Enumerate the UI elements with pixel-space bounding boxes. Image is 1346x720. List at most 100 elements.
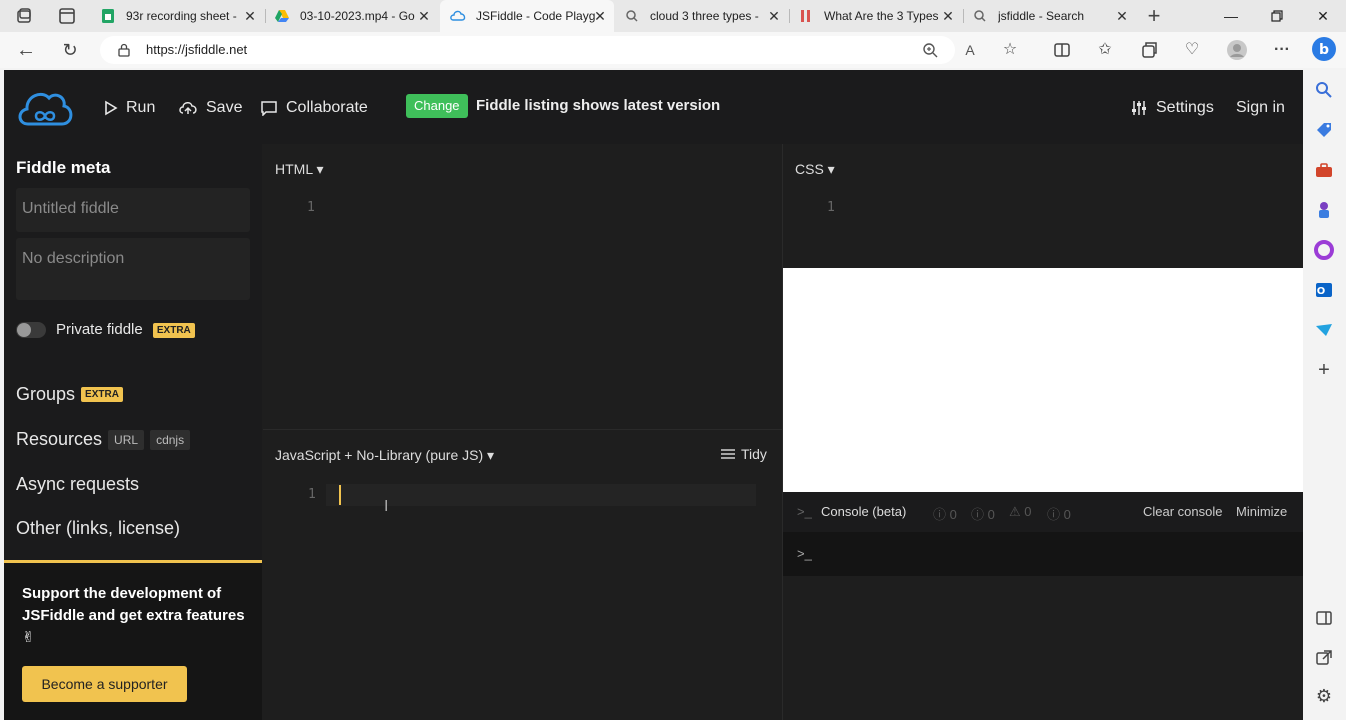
sign-in-link[interactable]: Sign in	[1236, 96, 1285, 120]
text-cursor-icon: I	[384, 498, 389, 515]
favorites-icon[interactable]: ✩	[1093, 38, 1117, 62]
tab-title: 93r recording sheet -	[126, 9, 237, 23]
tab-recording-sheet[interactable]: 93r recording sheet - ✕	[92, 0, 264, 32]
browser-tab-strip: 93r recording sheet - ✕ 03-10-2023.mp4 -…	[0, 0, 1346, 32]
fiddle-title-input[interactable]: Untitled fiddle	[16, 188, 250, 232]
split-screen-icon[interactable]	[1050, 38, 1074, 62]
collections-icon[interactable]	[1137, 38, 1161, 62]
html-panel-title[interactable]: HTML ▾	[275, 161, 324, 178]
console-prompt: >_	[797, 546, 812, 561]
tab-jsfiddle[interactable]: JSFiddle - Code Playg ✕	[440, 0, 614, 32]
cdnjs-chip[interactable]: cdnjs	[150, 429, 191, 450]
close-tab-icon[interactable]: ✕	[940, 8, 956, 24]
other-links-license-link[interactable]: Other (links, license)	[16, 518, 180, 539]
tab-what-are-types[interactable]: What Are the 3 Types ✕	[790, 0, 962, 32]
settings-button[interactable]: Settings	[1130, 96, 1214, 120]
url-text: https://jsfiddle.net	[146, 42, 248, 57]
console-title: Console (beta)	[821, 504, 907, 519]
css-panel-title[interactable]: CSS ▾	[795, 161, 835, 178]
profile-avatar[interactable]	[1225, 38, 1249, 62]
chat-bubble-icon	[261, 101, 277, 116]
run-button[interactable]: Run	[104, 96, 155, 120]
resources-label: Resources	[16, 429, 103, 449]
open-external-icon[interactable]	[1314, 648, 1334, 668]
tab-drive-video[interactable]: 03-10-2023.mp4 - Go ✕	[266, 0, 438, 32]
groups-label: Groups	[16, 384, 76, 404]
collaborate-label: Collaborate	[286, 99, 368, 116]
send-icon[interactable]	[1314, 320, 1334, 340]
console-header: >_ Console (beta) ⓘ 0 ⓘ 0 ⚠ 0 ⓘ 0 Clear …	[783, 492, 1303, 532]
drive-icon	[275, 10, 289, 22]
add-sidebar-app-icon[interactable]: +	[1314, 360, 1334, 380]
tab-cloud-search[interactable]: cloud 3 three types - ✕	[616, 0, 788, 32]
become-supporter-button[interactable]: Become a supporter	[22, 666, 187, 702]
close-window-icon[interactable]: ✕	[1300, 0, 1346, 32]
close-tab-icon[interactable]: ✕	[242, 8, 258, 24]
tab-jsfiddle-search[interactable]: jsfiddle - Search ✕	[964, 0, 1136, 32]
zoom-icon[interactable]	[918, 38, 942, 62]
js-panel-title[interactable]: JavaScript + No-Library (pure JS) ▾	[275, 447, 494, 464]
lock-icon[interactable]	[117, 43, 131, 57]
clear-console-button[interactable]: Clear console	[1143, 504, 1223, 519]
result-frame[interactable]	[783, 268, 1303, 492]
line-number: 1	[307, 200, 315, 215]
app-header: Run Save Collaborate Change Fiddle listi…	[4, 70, 1303, 144]
back-icon[interactable]: ←	[14, 38, 38, 62]
microsoft-365-icon[interactable]	[1314, 240, 1334, 260]
close-tab-icon[interactable]: ✕	[1114, 8, 1130, 24]
workspaces-icon[interactable]	[12, 4, 36, 28]
fiddle-description-input[interactable]: No description	[16, 238, 250, 300]
text-caret	[339, 485, 341, 505]
css-editor-panel[interactable]: CSS ▾ 1	[783, 144, 1303, 268]
tab-title: jsfiddle - Search	[998, 9, 1085, 23]
change-button[interactable]: Change	[406, 94, 468, 118]
browser-essentials-icon[interactable]: ♡	[1180, 38, 1204, 62]
refresh-icon[interactable]: ↻	[58, 38, 82, 62]
html-editor-panel[interactable]: HTML ▾ 1	[263, 144, 782, 430]
settings-gear-icon[interactable]: ⚙	[1314, 686, 1334, 706]
tab-actions-icon[interactable]	[55, 4, 79, 28]
browser-toolbar: ← ↻ https://jsfiddle.net A ☆ ✩ ♡ ··· b	[0, 32, 1346, 68]
svg-text:O: O	[1317, 286, 1326, 297]
settings-label: Settings	[1156, 99, 1214, 116]
url-chip[interactable]: URL	[108, 429, 145, 450]
resources-link[interactable]: Resources URL cdnjs	[16, 429, 191, 450]
save-button[interactable]: Save	[178, 96, 242, 120]
minimize-window-icon[interactable]: —	[1208, 0, 1254, 32]
jsfiddle-app: Run Save Collaborate Change Fiddle listi…	[4, 70, 1303, 720]
support-banner: Support the development of JSFiddle and …	[4, 560, 262, 720]
js-editor-panel[interactable]: JavaScript + No-Library (pure JS) ▾ Tidy	[263, 430, 782, 720]
console-input[interactable]: >_	[783, 532, 1303, 576]
groups-link[interactable]: Groups EXTRA	[16, 384, 123, 405]
cloud-upload-icon	[179, 102, 197, 114]
close-tab-icon[interactable]: ✕	[416, 8, 432, 24]
warning-count-value: 0	[1024, 504, 1032, 519]
hide-sidebar-icon[interactable]	[1314, 608, 1334, 628]
close-tab-icon[interactable]: ✕	[592, 8, 608, 24]
async-requests-link[interactable]: Async requests	[16, 474, 139, 495]
private-fiddle-toggle[interactable]	[16, 322, 46, 338]
outlook-icon[interactable]: O	[1314, 280, 1334, 300]
read-aloud-icon[interactable]: A	[958, 38, 982, 62]
address-bar[interactable]: https://jsfiddle.net	[100, 36, 955, 64]
favorite-star-icon[interactable]: ☆	[998, 38, 1022, 62]
minimize-console-button[interactable]: Minimize	[1236, 504, 1287, 519]
jsfiddle-logo-icon[interactable]	[16, 86, 74, 128]
shopping-tag-icon[interactable]	[1314, 120, 1334, 140]
align-lines-icon	[721, 449, 735, 459]
console-prompt-icon: >_	[797, 504, 812, 519]
tab-title: What Are the 3 Types	[824, 9, 939, 23]
tools-icon[interactable]	[1314, 160, 1334, 180]
collaborate-button[interactable]: Collaborate	[260, 96, 368, 120]
save-label: Save	[206, 99, 243, 116]
extra-badge: EXTRA	[152, 322, 195, 338]
games-icon[interactable]	[1314, 200, 1334, 220]
tidy-button[interactable]: Tidy	[721, 446, 767, 462]
new-tab-icon[interactable]: +	[1142, 4, 1166, 28]
more-menu-icon[interactable]: ···	[1270, 38, 1294, 62]
close-tab-icon[interactable]: ✕	[766, 8, 782, 24]
search-icon[interactable]	[1314, 80, 1334, 100]
restore-window-icon[interactable]	[1254, 0, 1300, 32]
jsfiddle-icon	[450, 10, 466, 21]
bing-copilot-icon[interactable]: b	[1311, 36, 1336, 61]
